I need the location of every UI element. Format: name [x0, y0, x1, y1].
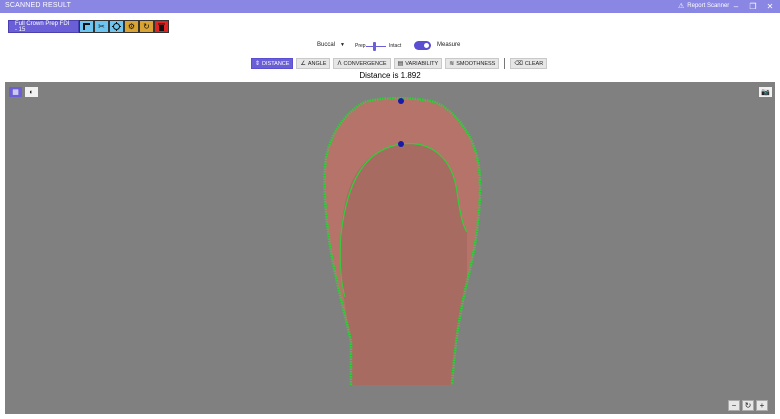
distance-readout: Distance is 1.892 [359, 71, 421, 80]
zoom-out-button[interactable]: − [728, 400, 740, 411]
tab-distance[interactable]: ⇕ DISTANCE [251, 58, 294, 69]
convergence-icon: Λ [337, 60, 342, 67]
scan-viewport[interactable]: ▦ ◐ 📷 − ↻ + [5, 82, 775, 414]
refresh-icon: ↻ [143, 22, 150, 31]
report-scanner-label: Report Scanner [687, 3, 730, 9]
target-tool-button[interactable] [109, 20, 124, 33]
tool-strip: Full Crown Prep FDI - 15 ✂ ⚙ ↻ [8, 20, 169, 33]
camera-icon: 📷 [761, 89, 770, 96]
tab-smoothness-label: SMOOTHNESS [456, 60, 496, 67]
rotate-icon: ↻ [744, 401, 752, 410]
prep-intact-slider-thumb[interactable] [373, 42, 376, 51]
smoothness-icon: ≋ [449, 61, 455, 67]
tab-angle[interactable]: ∠ ANGLE [296, 58, 331, 69]
tab-convergence-label: CONVERGENCE [343, 60, 387, 67]
contrast-toggle-button[interactable]: ◐ [25, 87, 38, 97]
report-scanner-link[interactable]: ⚠ Report Scanner [678, 2, 729, 10]
crosshair-icon [112, 22, 121, 31]
scissors-icon: ✂ [98, 22, 105, 31]
reset-tool-button[interactable]: ↻ [139, 20, 154, 33]
gear-icon: ⚙ [127, 22, 136, 31]
view-select[interactable]: Buccal ▼ [317, 42, 345, 48]
variability-icon: ▤ [397, 61, 404, 67]
grid-icon: ▦ [12, 89, 19, 96]
tab-angle-label: ANGLE [307, 60, 327, 67]
margin-corner-icon [83, 23, 90, 30]
minus-icon: − [731, 401, 737, 410]
prep-intact-slider-track[interactable] [366, 46, 386, 47]
eraser-icon: ⌫ [514, 61, 523, 67]
tab-convergence[interactable]: Λ CONVERGENCE [333, 58, 391, 69]
toggle-knob [424, 43, 429, 48]
angle-icon: ∠ [300, 61, 306, 67]
plus-icon: + [759, 401, 765, 410]
tooth-selector-label[interactable]: Full Crown Prep FDI - 15 [8, 20, 79, 33]
zoom-in-button[interactable]: + [756, 400, 768, 411]
settings-tool-button[interactable]: ⚙ [124, 20, 139, 33]
prep-surface [341, 143, 467, 385]
screenshot-button[interactable]: 📷 [759, 87, 772, 97]
tooth-scan-model[interactable] [5, 82, 775, 414]
clear-button-label: CLEAR [524, 60, 544, 67]
cut-tool-button[interactable]: ✂ [94, 20, 109, 33]
view-select-value: Buccal [317, 42, 336, 48]
tab-variability[interactable]: ▤ VARIABILITY [393, 58, 443, 69]
clear-button[interactable]: ⌫ CLEAR [510, 58, 548, 69]
tab-separator [504, 58, 506, 69]
intact-label: Intact [389, 43, 402, 49]
window-title: SCANNED RESULT [5, 2, 72, 9]
tab-smoothness[interactable]: ≋ SMOOTHNESS [445, 58, 500, 69]
measure-label: Measure [437, 42, 461, 48]
measurement-tabs: ⇕ DISTANCE ∠ ANGLE Λ CONVERGENCE ▤ VARIABILI… [251, 58, 548, 69]
warning-icon: ⚠ [678, 3, 685, 10]
delete-tool-button[interactable] [154, 20, 169, 33]
tab-variability-label: VARIABILITY [405, 60, 439, 67]
reset-view-button[interactable]: ↻ [742, 400, 754, 411]
trash-icon [158, 23, 165, 31]
measure-point-top[interactable] [398, 98, 404, 104]
close-icon[interactable]: ✕ [760, 0, 780, 13]
view-controls: Buccal ▼ Prep Intact Measure [0, 40, 780, 52]
tab-distance-label: DISTANCE [262, 60, 290, 67]
chevron-down-icon: ▼ [340, 42, 345, 48]
contrast-icon: ◐ [29, 88, 34, 96]
grid-toggle-button[interactable]: ▦ [9, 87, 22, 97]
measure-point-inner[interactable] [398, 141, 404, 147]
prep-label: Prep [355, 43, 366, 49]
margin-tool-button[interactable] [79, 20, 94, 33]
distance-icon: ⇕ [255, 61, 261, 67]
title-bar: SCANNED RESULT ⚠ Report Scanner – ❐ ✕ [0, 0, 780, 13]
measure-toggle[interactable] [414, 41, 431, 50]
